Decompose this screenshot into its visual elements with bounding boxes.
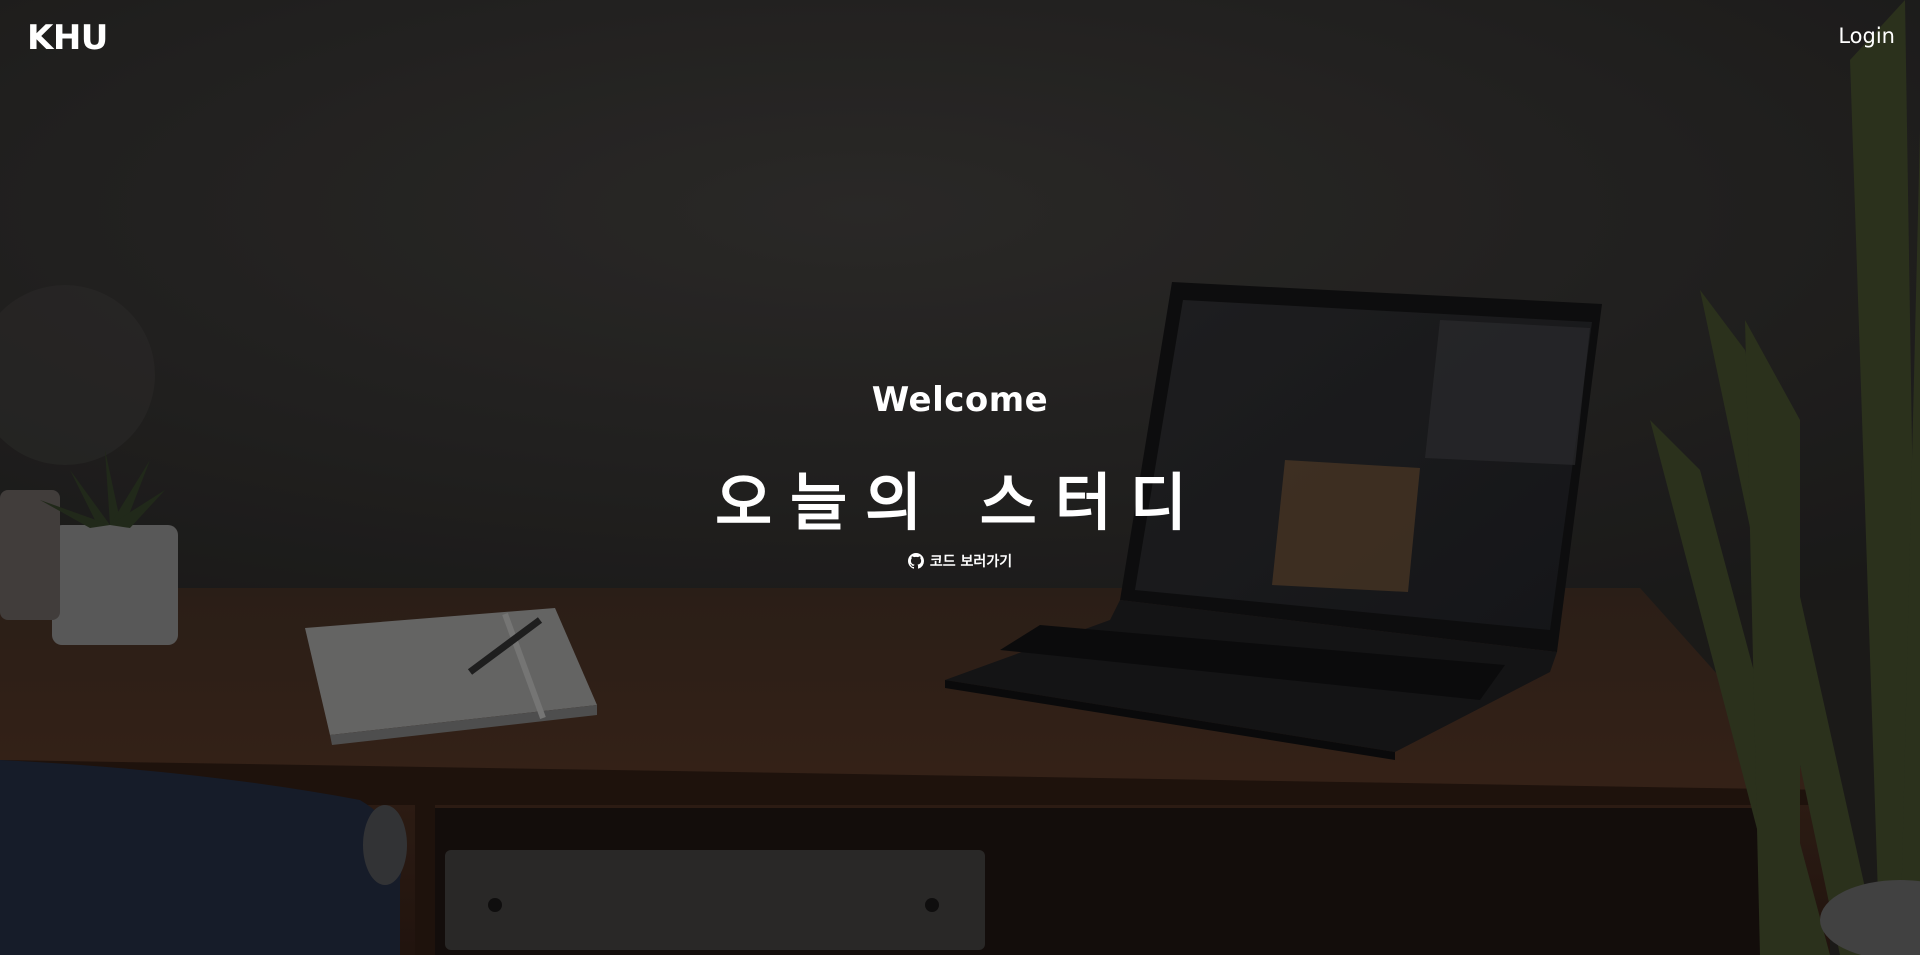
view-code-label: 코드 보러가기 [929, 554, 1013, 570]
brand-logo[interactable]: KHU [27, 18, 108, 58]
login-link[interactable]: Login [1838, 24, 1895, 48]
code-link-wrapper: 코드 보러가기 [0, 551, 1920, 573]
github-icon [907, 553, 924, 569]
welcome-text: Welcome [871, 380, 1049, 420]
hero-headline: 오늘의 스터디 [715, 466, 1205, 539]
view-code-link[interactable]: 코드 보러가기 [907, 551, 1013, 571]
